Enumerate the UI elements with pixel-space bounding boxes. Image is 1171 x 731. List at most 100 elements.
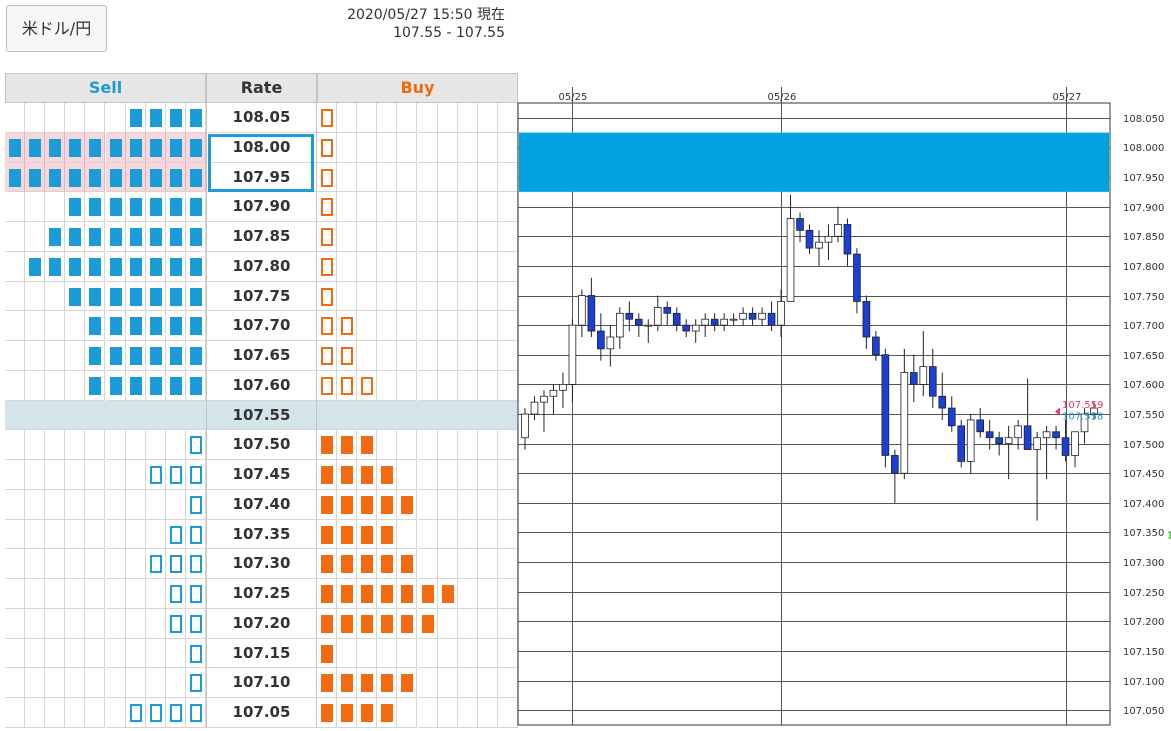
buy-order-block xyxy=(361,555,374,574)
rate-cell[interactable]: 107.55 xyxy=(206,400,317,431)
y-tick-label: 107.750 xyxy=(1123,292,1164,303)
sell-grid-cell xyxy=(105,489,126,520)
sell-grid-cell xyxy=(5,222,26,252)
buy-order-block xyxy=(321,614,333,633)
buy-grid-cell xyxy=(497,162,518,193)
buy-order-block xyxy=(381,614,394,633)
buy-order-block xyxy=(421,585,434,603)
rate-cell[interactable]: 107.50 xyxy=(206,430,317,460)
candle-body xyxy=(1014,425,1022,439)
sell-grid-cell xyxy=(25,608,46,639)
sell-order-block xyxy=(189,674,202,693)
buy-grid-cell xyxy=(477,281,498,312)
sell-order-block xyxy=(169,287,182,306)
buy-grid-cell xyxy=(437,370,458,401)
sell-order-block xyxy=(189,525,202,544)
buy-order-block xyxy=(381,585,394,603)
sell-order-block xyxy=(149,704,162,722)
candle-body xyxy=(976,419,985,433)
sell-grid-cell xyxy=(85,103,106,133)
buy-grid-cell xyxy=(337,251,358,282)
buy-order-block xyxy=(361,466,374,484)
buy-order-block xyxy=(341,466,354,484)
sell-order-block xyxy=(129,376,142,395)
rate-cell[interactable]: 107.30 xyxy=(206,549,317,579)
buy-order-block xyxy=(341,555,354,574)
rate-cell[interactable]: 107.95 xyxy=(206,162,317,193)
rate-cell[interactable]: 107.45 xyxy=(206,460,317,490)
buy-order-block xyxy=(341,347,354,365)
sell-order-block xyxy=(109,317,122,336)
sell-order-block xyxy=(189,376,202,395)
rate-cell[interactable]: 108.05 xyxy=(206,103,317,133)
sell-order-block xyxy=(189,257,202,276)
candle-body xyxy=(957,425,966,462)
buy-grid-cell xyxy=(357,162,378,193)
order-row: 107.10 xyxy=(5,668,518,698)
sell-order-block xyxy=(169,109,182,127)
sell-order-block xyxy=(69,287,82,306)
buy-grid-cell xyxy=(477,549,498,579)
sell-order-block xyxy=(149,257,162,276)
sell-grid-cell xyxy=(105,401,126,431)
buy-order-block xyxy=(341,585,354,603)
rate-cell[interactable]: 107.25 xyxy=(206,579,317,609)
buy-grid-cell xyxy=(417,222,438,252)
rate-cell[interactable]: 107.85 xyxy=(206,222,317,252)
candle-body xyxy=(540,395,548,403)
buy-grid-cell xyxy=(497,222,518,252)
candle-body xyxy=(824,235,833,243)
rate-cell[interactable]: 108.00 xyxy=(206,132,317,163)
rate-cell[interactable]: 107.60 xyxy=(206,370,317,401)
sell-grid-cell xyxy=(165,489,186,520)
rate-cell[interactable]: 107.20 xyxy=(206,608,317,639)
sell-order-block xyxy=(169,228,182,246)
buy-grid-cell xyxy=(477,489,498,520)
rate-cell[interactable]: 107.40 xyxy=(206,489,317,520)
sell-order-block xyxy=(89,198,102,217)
currency-pair-button[interactable]: 米ドル/円 xyxy=(6,5,107,52)
rate-cell[interactable]: 107.70 xyxy=(206,311,317,341)
rate-cell[interactable]: 107.15 xyxy=(206,638,317,669)
buy-grid-cell xyxy=(337,401,358,431)
rate-cell[interactable]: 107.35 xyxy=(206,519,317,550)
sell-grid-cell xyxy=(45,281,66,312)
sell-order-block xyxy=(129,347,142,365)
sell-grid-cell xyxy=(65,370,86,401)
sell-order-block xyxy=(169,257,182,276)
rate-cell[interactable]: 107.75 xyxy=(206,281,317,312)
sell-grid-cell xyxy=(5,549,26,579)
sell-grid-cell xyxy=(125,489,146,520)
sell-grid-cell xyxy=(5,579,26,609)
sell-grid-cell xyxy=(45,192,66,222)
buy-order-block xyxy=(401,495,414,514)
rate-cell[interactable]: 107.80 xyxy=(206,251,317,282)
buy-grid-cell xyxy=(417,519,438,550)
order-row: 107.50 xyxy=(5,430,518,460)
buy-grid-cell xyxy=(357,132,378,163)
candle-body xyxy=(900,372,909,474)
sell-order-block xyxy=(189,198,202,217)
candle-body xyxy=(834,224,842,237)
order-row: 108.00 xyxy=(5,132,518,163)
rate-cell[interactable]: 107.05 xyxy=(206,698,317,728)
candle-body xyxy=(653,306,662,326)
buy-grid-cell xyxy=(477,608,498,639)
sell-order-block xyxy=(109,287,122,306)
buy-grid-cell xyxy=(457,103,478,133)
rate-cell[interactable]: 107.90 xyxy=(206,192,317,222)
buy-grid-cell xyxy=(497,430,518,460)
buy-grid-cell xyxy=(477,519,498,550)
rate-cell[interactable]: 107.65 xyxy=(206,341,317,371)
sell-grid-cell xyxy=(85,489,106,520)
sell-order-block xyxy=(89,317,102,336)
buy-grid-cell xyxy=(477,638,498,669)
rate-cell[interactable]: 107.10 xyxy=(206,668,317,698)
buy-grid-cell xyxy=(417,103,438,133)
sell-grid-cell xyxy=(45,579,66,609)
candle-body xyxy=(729,318,738,321)
y-tick-label: 107.850 xyxy=(1123,232,1164,243)
order-row: 108.05 xyxy=(5,103,518,133)
buy-grid-cell xyxy=(457,370,478,401)
buy-grid-cell xyxy=(377,132,398,163)
